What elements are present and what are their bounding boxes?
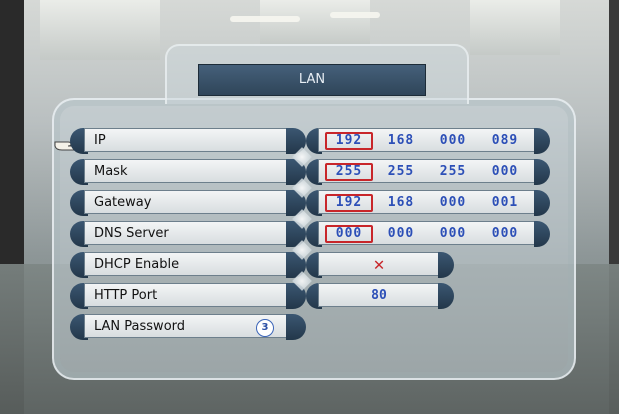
menu-item-dhcp-enable[interactable]: DHCP Enable [70,252,306,278]
menu-item-mask[interactable]: Mask [70,159,306,185]
http-port-box: 80 [318,283,440,307]
dns-octet-1[interactable]: 000 [325,225,373,243]
menu-item-gateway[interactable]: Gateway [70,190,306,216]
row-cap-right [534,128,550,154]
lan-password-label: LAN Password [94,319,186,334]
dns-octet-3[interactable]: 000 [429,225,477,243]
scene-window [260,0,370,45]
menu-item-label: LAN Password 3 [84,314,289,338]
scene-light [330,12,380,18]
scene-window [470,0,560,55]
menu-item-label: Gateway [84,190,289,214]
row-cap-right [286,314,306,340]
mask-octet-3[interactable]: 255 [429,163,477,181]
dns-server-field[interactable]: 000 000 000 000 [306,221,550,247]
gateway-octet-3[interactable]: 000 [429,194,477,212]
gateway-box: 192 168 000 001 [318,190,536,214]
page-title: LAN [198,64,426,96]
http-port-field[interactable]: 80 [306,283,454,309]
menu-item-dns-server[interactable]: DNS Server [70,221,306,247]
dhcp-value-wrap: ✕ [319,253,439,279]
menu-item-label: IP [84,128,289,152]
gateway-octet-4[interactable]: 001 [481,194,529,212]
scene-window [40,0,160,60]
mask-box: 255 255 255 000 [318,159,536,183]
menu-item-http-port[interactable]: HTTP Port [70,283,306,309]
menu-item-label: DNS Server [84,221,289,245]
gateway-octet-1[interactable]: 192 [325,194,373,212]
password-digit-badge: 3 [256,319,274,337]
ip-address-box: 192 168 000 089 [318,128,536,152]
row-cap-right [438,252,454,278]
menu-item-label: Mask [84,159,289,183]
dns-server-box: 000 000 000 000 [318,221,536,245]
http-port-value: 80 [371,288,387,303]
row-cap-right [534,190,550,216]
row-cap-right [438,283,454,309]
dns-octet-4[interactable]: 000 [481,225,529,243]
menu-item-label: HTTP Port [84,283,289,307]
row-cap-right [534,159,550,185]
ip-address-field[interactable]: 192 168 000 089 [306,128,550,154]
menu-item-label: DHCP Enable [84,252,289,276]
dhcp-enable-box: ✕ [318,252,440,276]
ip-octet-4[interactable]: 089 [481,132,529,150]
mask-octet-1[interactable]: 255 [325,163,373,181]
mask-field[interactable]: 255 255 255 000 [306,159,550,185]
dhcp-disabled-x-icon: ✕ [373,254,385,275]
gateway-octet-2[interactable]: 168 [377,194,425,212]
mask-octet-2[interactable]: 255 [377,163,425,181]
menu-item-ip[interactable]: IP [70,128,306,154]
menu-item-lan-password[interactable]: LAN Password 3 [70,314,306,340]
ip-octet-1[interactable]: 192 [325,132,373,150]
gateway-field[interactable]: 192 168 000 001 [306,190,550,216]
dns-octet-2[interactable]: 000 [377,225,425,243]
row-cap-right [534,221,550,247]
ip-octet-3[interactable]: 000 [429,132,477,150]
mask-octet-4[interactable]: 000 [481,163,529,181]
scene-light [230,16,300,22]
dhcp-enable-field[interactable]: ✕ [306,252,454,278]
ip-octet-2[interactable]: 168 [377,132,425,150]
